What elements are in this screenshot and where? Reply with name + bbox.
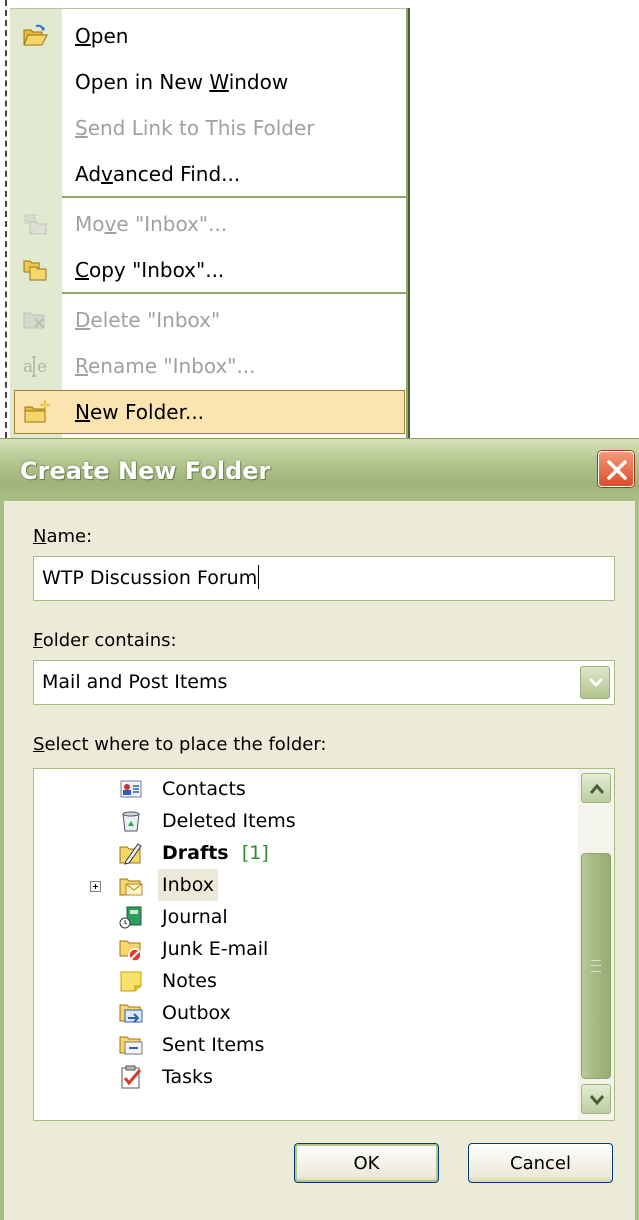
context-menu: Open Open in New Window Send Link to Thi…: [0, 0, 410, 438]
menu-item-rename[interactable]: ae Rename "Inbox"...: [10, 342, 406, 386]
unread-count: [1]: [241, 842, 269, 864]
menu-separator: [62, 292, 406, 294]
svg-text:a: a: [23, 357, 33, 377]
close-button[interactable]: [598, 451, 634, 487]
scroll-thumb[interactable]: [581, 853, 611, 1079]
folder-contains-label: Folder contains:: [33, 630, 177, 651]
menu-item-advanced-find[interactable]: Advanced Find...: [10, 150, 406, 194]
expand-inbox-button[interactable]: [90, 881, 101, 892]
menu-left-dashed-edge: [5, 0, 7, 438]
open-folder-icon: [22, 24, 48, 48]
dialog-right-border: [635, 500, 639, 1220]
menu-item-copy[interactable]: Copy "Inbox"...: [10, 246, 406, 290]
menu-item-delete[interactable]: Delete "Inbox": [10, 296, 406, 340]
menu-right-shadow: [408, 8, 410, 438]
tasks-icon: [118, 1064, 144, 1090]
delete-folder-icon: [22, 308, 48, 332]
inbox-icon: [118, 872, 144, 898]
create-new-folder-dialog: Create New Folder Name: WTP Discussion F…: [0, 438, 639, 1220]
tree-scrollbar[interactable]: [578, 769, 614, 1120]
dropdown-button[interactable]: [580, 666, 610, 699]
dialog-title: Create New Folder: [20, 457, 271, 485]
scroll-up-button[interactable]: [581, 773, 611, 803]
dialog-titlebar[interactable]: Create New Folder: [0, 438, 639, 501]
folder-name-input[interactable]: WTP Discussion Forum: [33, 556, 615, 601]
notes-icon: [118, 968, 144, 994]
scroll-grip-icon: [591, 960, 601, 972]
cancel-button[interactable]: Cancel: [468, 1143, 613, 1183]
ok-button[interactable]: OK: [294, 1143, 439, 1183]
folder-contains-value: Mail and Post Items: [42, 671, 228, 693]
copy-folder-icon: [22, 258, 48, 282]
new-folder-icon: [23, 399, 51, 423]
dialog-left-border: [0, 500, 4, 1220]
deleted-items-icon: [118, 808, 144, 834]
menu-item-open[interactable]: Open: [10, 12, 406, 56]
chevron-down-icon: [588, 677, 604, 688]
scroll-down-button[interactable]: [581, 1084, 611, 1114]
drafts-icon: [118, 840, 144, 866]
svg-text:e: e: [37, 357, 47, 377]
menu-item-move[interactable]: Move "Inbox"...: [10, 200, 406, 244]
menu-item-open-new-window[interactable]: Open in New Window: [10, 58, 406, 102]
chevron-down-icon: [589, 1095, 605, 1106]
folder-contains-select[interactable]: Mail and Post Items: [33, 660, 615, 705]
outbox-icon: [118, 1000, 144, 1026]
chevron-up-icon: [589, 783, 605, 794]
move-folder-icon: [22, 212, 48, 236]
menu-item-new-folder[interactable]: New Folder...: [14, 390, 405, 434]
sent-items-icon: [118, 1032, 144, 1058]
journal-icon: [118, 904, 144, 930]
contacts-icon: [118, 776, 144, 802]
menu-item-send-link[interactable]: Send Link to This Folder: [10, 104, 406, 148]
menu-separator: [62, 196, 406, 198]
text-caret: [258, 565, 260, 589]
location-label: Select where to place the folder:: [33, 734, 327, 755]
menu-top-border: [10, 8, 408, 9]
name-label: Name:: [33, 526, 93, 547]
rename-icon: ae: [22, 354, 48, 378]
folder-tree[interactable]: Contacts Deleted Items Drafts [1] Inbox: [33, 768, 615, 1121]
junk-email-icon: [118, 936, 144, 962]
close-icon: [607, 460, 627, 480]
